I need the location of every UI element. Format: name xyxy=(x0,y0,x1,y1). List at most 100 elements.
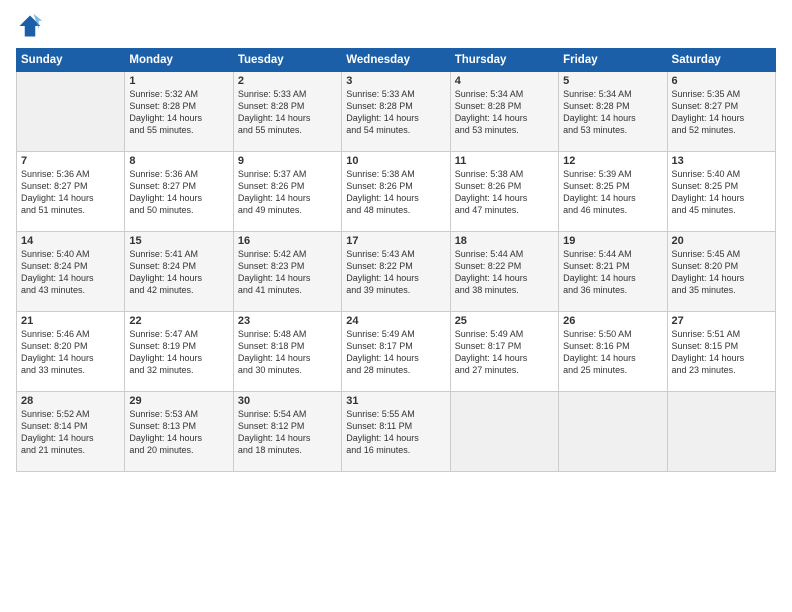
calendar-cell: 3Sunrise: 5:33 AM Sunset: 8:28 PM Daylig… xyxy=(342,72,450,152)
calendar-cell: 13Sunrise: 5:40 AM Sunset: 8:25 PM Dayli… xyxy=(667,152,775,232)
calendar-cell: 2Sunrise: 5:33 AM Sunset: 8:28 PM Daylig… xyxy=(233,72,341,152)
cell-info: Sunrise: 5:36 AM Sunset: 8:27 PM Dayligh… xyxy=(21,168,120,217)
cell-info: Sunrise: 5:49 AM Sunset: 8:17 PM Dayligh… xyxy=(346,328,445,377)
col-header-sunday: Sunday xyxy=(17,49,125,72)
calendar-cell: 12Sunrise: 5:39 AM Sunset: 8:25 PM Dayli… xyxy=(559,152,667,232)
cell-info: Sunrise: 5:48 AM Sunset: 8:18 PM Dayligh… xyxy=(238,328,337,377)
calendar-cell: 5Sunrise: 5:34 AM Sunset: 8:28 PM Daylig… xyxy=(559,72,667,152)
day-number: 10 xyxy=(346,155,445,167)
calendar-cell: 14Sunrise: 5:40 AM Sunset: 8:24 PM Dayli… xyxy=(17,232,125,312)
cell-info: Sunrise: 5:45 AM Sunset: 8:20 PM Dayligh… xyxy=(672,248,771,297)
logo-icon xyxy=(16,12,44,40)
cell-info: Sunrise: 5:53 AM Sunset: 8:13 PM Dayligh… xyxy=(129,408,228,457)
day-number: 11 xyxy=(455,155,554,167)
calendar-header xyxy=(16,12,776,40)
calendar-cell: 19Sunrise: 5:44 AM Sunset: 8:21 PM Dayli… xyxy=(559,232,667,312)
cell-info: Sunrise: 5:34 AM Sunset: 8:28 PM Dayligh… xyxy=(563,88,662,137)
day-number: 21 xyxy=(21,315,120,327)
cell-info: Sunrise: 5:43 AM Sunset: 8:22 PM Dayligh… xyxy=(346,248,445,297)
day-number: 26 xyxy=(563,315,662,327)
calendar-container: SundayMondayTuesdayWednesdayThursdayFrid… xyxy=(0,0,792,612)
day-number: 20 xyxy=(672,235,771,247)
calendar-row-3: 21Sunrise: 5:46 AM Sunset: 8:20 PM Dayli… xyxy=(17,312,776,392)
calendar-cell: 25Sunrise: 5:49 AM Sunset: 8:17 PM Dayli… xyxy=(450,312,558,392)
cell-info: Sunrise: 5:39 AM Sunset: 8:25 PM Dayligh… xyxy=(563,168,662,217)
calendar-cell: 26Sunrise: 5:50 AM Sunset: 8:16 PM Dayli… xyxy=(559,312,667,392)
calendar-cell: 30Sunrise: 5:54 AM Sunset: 8:12 PM Dayli… xyxy=(233,392,341,472)
calendar-cell: 22Sunrise: 5:47 AM Sunset: 8:19 PM Dayli… xyxy=(125,312,233,392)
col-header-saturday: Saturday xyxy=(667,49,775,72)
day-number: 22 xyxy=(129,315,228,327)
day-number: 23 xyxy=(238,315,337,327)
day-number: 13 xyxy=(672,155,771,167)
cell-info: Sunrise: 5:55 AM Sunset: 8:11 PM Dayligh… xyxy=(346,408,445,457)
calendar-table: SundayMondayTuesdayWednesdayThursdayFrid… xyxy=(16,48,776,472)
cell-info: Sunrise: 5:42 AM Sunset: 8:23 PM Dayligh… xyxy=(238,248,337,297)
calendar-cell: 11Sunrise: 5:38 AM Sunset: 8:26 PM Dayli… xyxy=(450,152,558,232)
cell-info: Sunrise: 5:40 AM Sunset: 8:24 PM Dayligh… xyxy=(21,248,120,297)
day-number: 19 xyxy=(563,235,662,247)
day-number: 7 xyxy=(21,155,120,167)
col-header-wednesday: Wednesday xyxy=(342,49,450,72)
cell-info: Sunrise: 5:37 AM Sunset: 8:26 PM Dayligh… xyxy=(238,168,337,217)
calendar-cell: 20Sunrise: 5:45 AM Sunset: 8:20 PM Dayli… xyxy=(667,232,775,312)
calendar-cell: 21Sunrise: 5:46 AM Sunset: 8:20 PM Dayli… xyxy=(17,312,125,392)
cell-info: Sunrise: 5:49 AM Sunset: 8:17 PM Dayligh… xyxy=(455,328,554,377)
calendar-cell xyxy=(667,392,775,472)
calendar-row-2: 14Sunrise: 5:40 AM Sunset: 8:24 PM Dayli… xyxy=(17,232,776,312)
day-number: 8 xyxy=(129,155,228,167)
cell-info: Sunrise: 5:36 AM Sunset: 8:27 PM Dayligh… xyxy=(129,168,228,217)
col-header-tuesday: Tuesday xyxy=(233,49,341,72)
calendar-cell: 4Sunrise: 5:34 AM Sunset: 8:28 PM Daylig… xyxy=(450,72,558,152)
day-number: 4 xyxy=(455,75,554,87)
day-number: 2 xyxy=(238,75,337,87)
day-number: 6 xyxy=(672,75,771,87)
cell-info: Sunrise: 5:50 AM Sunset: 8:16 PM Dayligh… xyxy=(563,328,662,377)
calendar-cell xyxy=(559,392,667,472)
calendar-cell: 15Sunrise: 5:41 AM Sunset: 8:24 PM Dayli… xyxy=(125,232,233,312)
calendar-cell: 17Sunrise: 5:43 AM Sunset: 8:22 PM Dayli… xyxy=(342,232,450,312)
calendar-cell: 9Sunrise: 5:37 AM Sunset: 8:26 PM Daylig… xyxy=(233,152,341,232)
day-number: 30 xyxy=(238,395,337,407)
day-number: 28 xyxy=(21,395,120,407)
cell-info: Sunrise: 5:32 AM Sunset: 8:28 PM Dayligh… xyxy=(129,88,228,137)
cell-info: Sunrise: 5:33 AM Sunset: 8:28 PM Dayligh… xyxy=(346,88,445,137)
calendar-cell: 23Sunrise: 5:48 AM Sunset: 8:18 PM Dayli… xyxy=(233,312,341,392)
calendar-row-0: 1Sunrise: 5:32 AM Sunset: 8:28 PM Daylig… xyxy=(17,72,776,152)
calendar-cell: 7Sunrise: 5:36 AM Sunset: 8:27 PM Daylig… xyxy=(17,152,125,232)
col-header-friday: Friday xyxy=(559,49,667,72)
cell-info: Sunrise: 5:47 AM Sunset: 8:19 PM Dayligh… xyxy=(129,328,228,377)
calendar-cell: 1Sunrise: 5:32 AM Sunset: 8:28 PM Daylig… xyxy=(125,72,233,152)
day-number: 3 xyxy=(346,75,445,87)
calendar-cell: 24Sunrise: 5:49 AM Sunset: 8:17 PM Dayli… xyxy=(342,312,450,392)
day-number: 9 xyxy=(238,155,337,167)
cell-info: Sunrise: 5:44 AM Sunset: 8:22 PM Dayligh… xyxy=(455,248,554,297)
cell-info: Sunrise: 5:38 AM Sunset: 8:26 PM Dayligh… xyxy=(346,168,445,217)
logo xyxy=(16,12,48,40)
cell-info: Sunrise: 5:33 AM Sunset: 8:28 PM Dayligh… xyxy=(238,88,337,137)
calendar-cell xyxy=(450,392,558,472)
col-header-monday: Monday xyxy=(125,49,233,72)
cell-info: Sunrise: 5:34 AM Sunset: 8:28 PM Dayligh… xyxy=(455,88,554,137)
calendar-cell: 16Sunrise: 5:42 AM Sunset: 8:23 PM Dayli… xyxy=(233,232,341,312)
calendar-cell: 10Sunrise: 5:38 AM Sunset: 8:26 PM Dayli… xyxy=(342,152,450,232)
cell-info: Sunrise: 5:51 AM Sunset: 8:15 PM Dayligh… xyxy=(672,328,771,377)
day-number: 14 xyxy=(21,235,120,247)
day-number: 12 xyxy=(563,155,662,167)
cell-info: Sunrise: 5:40 AM Sunset: 8:25 PM Dayligh… xyxy=(672,168,771,217)
day-number: 27 xyxy=(672,315,771,327)
cell-info: Sunrise: 5:54 AM Sunset: 8:12 PM Dayligh… xyxy=(238,408,337,457)
day-number: 15 xyxy=(129,235,228,247)
cell-info: Sunrise: 5:35 AM Sunset: 8:27 PM Dayligh… xyxy=(672,88,771,137)
cell-info: Sunrise: 5:44 AM Sunset: 8:21 PM Dayligh… xyxy=(563,248,662,297)
calendar-cell: 28Sunrise: 5:52 AM Sunset: 8:14 PM Dayli… xyxy=(17,392,125,472)
cell-info: Sunrise: 5:46 AM Sunset: 8:20 PM Dayligh… xyxy=(21,328,120,377)
calendar-cell: 6Sunrise: 5:35 AM Sunset: 8:27 PM Daylig… xyxy=(667,72,775,152)
day-number: 31 xyxy=(346,395,445,407)
calendar-cell: 27Sunrise: 5:51 AM Sunset: 8:15 PM Dayli… xyxy=(667,312,775,392)
header-row: SundayMondayTuesdayWednesdayThursdayFrid… xyxy=(17,49,776,72)
cell-info: Sunrise: 5:52 AM Sunset: 8:14 PM Dayligh… xyxy=(21,408,120,457)
calendar-row-1: 7Sunrise: 5:36 AM Sunset: 8:27 PM Daylig… xyxy=(17,152,776,232)
calendar-cell: 29Sunrise: 5:53 AM Sunset: 8:13 PM Dayli… xyxy=(125,392,233,472)
day-number: 17 xyxy=(346,235,445,247)
